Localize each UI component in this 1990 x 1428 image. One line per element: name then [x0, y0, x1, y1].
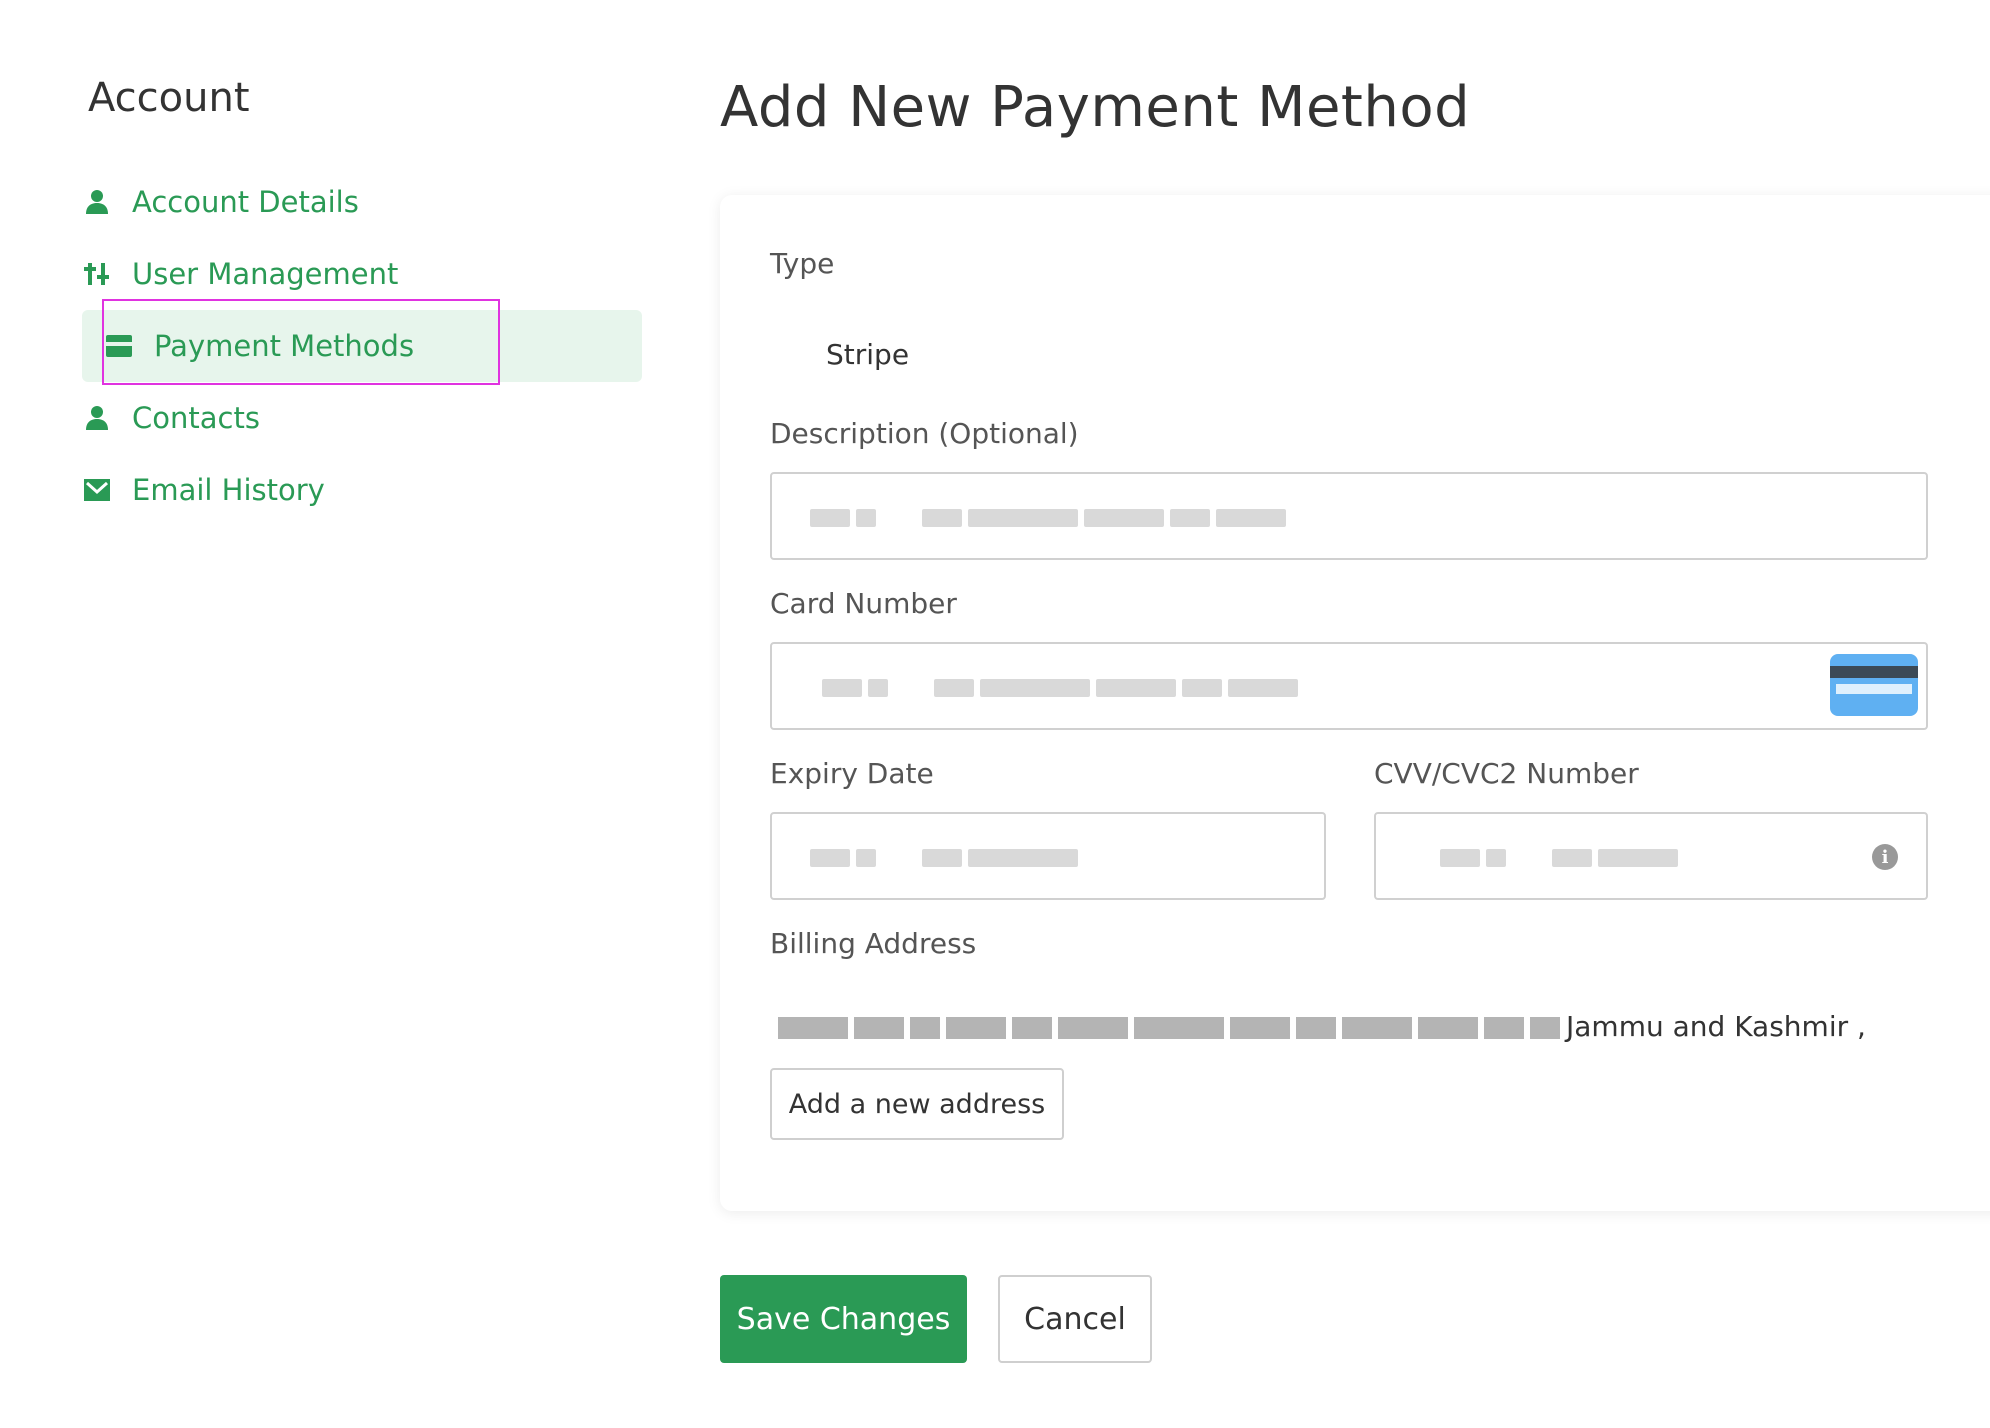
redacted-value [822, 676, 1298, 700]
billing-address-value: Jammu and Kashmir , [778, 1010, 1866, 1043]
cvv-label: CVV/CVC2 Number [1374, 757, 1639, 790]
main-content: Add New Payment Method Type Stripe Descr… [720, 75, 1990, 1363]
save-button[interactable]: Save Changes [720, 1275, 967, 1363]
sliders-icon [82, 259, 112, 289]
redacted-value [810, 846, 1078, 870]
redacted-address [778, 1017, 1560, 1039]
sidebar-item-label: Contacts [132, 401, 260, 435]
info-icon[interactable]: i [1872, 844, 1898, 870]
sidebar: Account Account Details User Management [82, 75, 642, 526]
expiry-label: Expiry Date [770, 757, 934, 790]
sidebar-title: Account [88, 75, 250, 121]
add-address-button[interactable]: Add a new address [770, 1068, 1064, 1140]
sidebar-item-label: Email History [132, 473, 325, 507]
sidebar-item-label: Payment Methods [154, 329, 415, 363]
cvv-input[interactable]: i [1374, 812, 1928, 900]
credit-card-icon [1830, 654, 1918, 716]
expiry-date-input[interactable] [770, 812, 1326, 900]
description-label: Description (Optional) [770, 417, 1079, 450]
user-icon [82, 403, 112, 433]
redacted-value [810, 506, 1286, 530]
page: Account Account Details User Management [0, 0, 1990, 1428]
sidebar-item-contacts[interactable]: Contacts [82, 382, 642, 454]
description-input[interactable] [770, 472, 1928, 560]
sidebar-item-email-history[interactable]: Email History [82, 454, 642, 526]
sidebar-item-account-details[interactable]: Account Details [82, 166, 642, 238]
type-value: Stripe [826, 338, 910, 371]
sidebar-item-label: User Management [132, 257, 399, 291]
card-number-input[interactable] [770, 642, 1928, 730]
billing-address-label: Billing Address [770, 927, 977, 960]
sidebar-item-payment-methods[interactable]: Payment Methods [82, 299, 642, 385]
cancel-button[interactable]: Cancel [998, 1275, 1152, 1363]
sidebar-item-label: Account Details [132, 185, 359, 219]
redacted-value [1440, 846, 1678, 870]
sidebar-item-user-management[interactable]: User Management [82, 238, 642, 310]
card-number-label: Card Number [770, 587, 957, 620]
type-label: Type [770, 247, 835, 280]
page-title: Add New Payment Method [720, 75, 1471, 140]
billing-address-text: Jammu and Kashmir , [1566, 1010, 1866, 1043]
credit-card-icon [104, 331, 134, 361]
payment-form-card: Type Stripe Description (Optional) Card … [720, 195, 1990, 1211]
user-icon [82, 187, 112, 217]
envelope-icon [82, 475, 112, 505]
